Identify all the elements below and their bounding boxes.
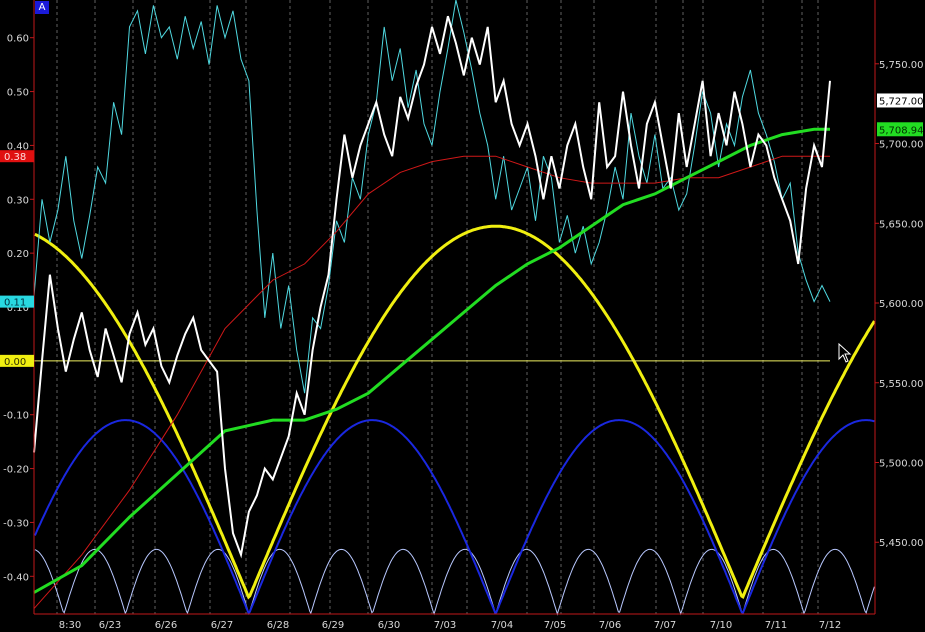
left-tick-label: -0.20 [3, 465, 29, 476]
right-value-badge-text: 5,708.94 [879, 125, 924, 136]
x-tick-label: 6/27 [211, 620, 233, 631]
x-tick-label: 6/23 [99, 620, 121, 631]
left-tick-label: 0.60 [7, 34, 29, 45]
x-tick-label: 6/29 [322, 620, 344, 631]
x-tick-label: 7/12 [819, 620, 841, 631]
x-tick-label: 7/06 [599, 620, 621, 631]
x-axis-ticks: 8:30 6/23 6/26 6/27 6/28 6/29 6/30 7/03 7/04 7/05… [59, 620, 841, 631]
right-tick-label: 5,550.00 [879, 379, 924, 390]
x-tick-label: 7/05 [544, 620, 566, 631]
cycle-yellow-curve [34, 224, 876, 600]
right-value-badge-text: 5,727.00 [879, 96, 924, 107]
right-tick-label: 5,700.00 [879, 140, 924, 151]
x-tick-label: 7/11 [765, 620, 787, 631]
left-value-badge-text: 0.00 [4, 357, 26, 368]
right-tick-label: 5,750.00 [879, 60, 924, 71]
left-value-badge-text: 0.11 [4, 298, 26, 309]
left-tick-label: 0.20 [7, 249, 29, 260]
left-tick-label: 0.50 [7, 88, 29, 99]
x-tick-label: 6/30 [378, 620, 400, 631]
x-tick-label: 7/04 [491, 620, 513, 631]
left-tick-label: 0.30 [7, 195, 29, 206]
left-tick-label: -0.40 [3, 572, 29, 583]
x-tick-label: 6/26 [155, 620, 177, 631]
right-tick-label: 5,500.00 [879, 458, 924, 469]
right-tick-label: 5,600.00 [879, 299, 924, 310]
x-tick-label: 7/10 [710, 620, 732, 631]
x-tick-label: 7/07 [654, 620, 676, 631]
left-tick-label: -0.10 [3, 411, 29, 422]
x-tick-label: 6/28 [267, 620, 289, 631]
right-badges: 5,727.00 5,708.94 [877, 93, 924, 137]
series-indicator [33, 0, 831, 394]
price-chart[interactable]: 0.600.500.400.300.200.100.00-0.10-0.20-0… [0, 0, 925, 632]
cycle-yellow-path [34, 224, 876, 600]
mouse-pointer-icon [838, 343, 852, 363]
right-tick-label: 5,650.00 [879, 219, 924, 230]
right-tick-label: 5,450.00 [879, 538, 924, 549]
chart-corner-badge[interactable]: A [35, 1, 49, 14]
left-value-badge-text: 0.38 [4, 152, 26, 163]
left-tick-label: -0.30 [3, 518, 29, 529]
x-tick-label: 8:30 [59, 620, 81, 631]
x-tick-label: 7/03 [434, 620, 456, 631]
